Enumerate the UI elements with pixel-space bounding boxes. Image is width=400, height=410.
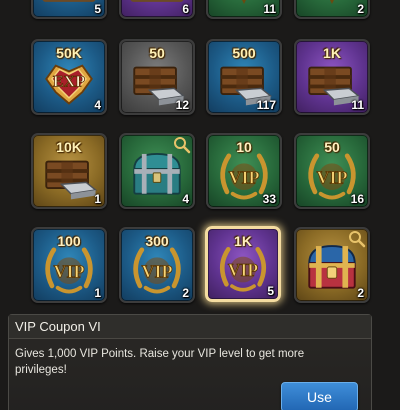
vip-text: VIP [229, 167, 260, 187]
inventory-panel: 5 6 11 2 EXP 50K 4 50 12 500 117 1K 11 1… [0, 0, 400, 410]
item-count: 1 [94, 192, 101, 206]
item-count: 16 [350, 192, 364, 206]
item-amount: 50 [324, 139, 340, 155]
item-amount: 500 [232, 45, 256, 61]
item-slot-treasure-chest[interactable]: 2 [294, 227, 370, 303]
item-slot-medal-green[interactable]: 2 [294, 0, 370, 19]
vip-text: VIP [228, 260, 258, 280]
item-amount: 10K [56, 139, 82, 155]
item-slot-crate-500[interactable]: 500 117 [206, 39, 282, 115]
item-count: 11 [263, 2, 276, 16]
item-count: 12 [175, 98, 189, 112]
item-slot-crate-50[interactable]: 50 12 [119, 39, 195, 115]
item-amount: 50K [56, 45, 82, 61]
item-slot-vip-10[interactable]: VIP 10 33 [206, 133, 282, 209]
item-count: 4 [94, 98, 101, 112]
item-slot-vip-100[interactable]: VIP 100 1 [31, 227, 107, 303]
item-slot-vip-1k-selected[interactable]: VIP 1K 5 [205, 226, 281, 302]
item-amount: 1K [323, 45, 341, 61]
magnifier-icon[interactable] [348, 230, 366, 248]
item-slot-teal-chest[interactable]: 4 [119, 133, 195, 209]
item-count: 4 [182, 192, 189, 206]
item-count: 5 [267, 284, 274, 298]
item-slot-crate-1k[interactable]: 1K 11 [294, 39, 370, 115]
vip-text: VIP [54, 261, 85, 281]
item-count: 11 [351, 98, 364, 112]
item-count: 2 [357, 2, 364, 16]
exp-badge-text: EXP [53, 73, 85, 90]
item-slot-scroll-blue[interactable]: 5 [31, 0, 107, 19]
item-slot-medal-green[interactable]: 11 [206, 0, 282, 19]
item-detail-description: Gives 1,000 VIP Points. Raise your VIP l… [15, 348, 305, 376]
vip-text: VIP [142, 261, 173, 281]
item-detail-title: VIP Coupon VI [9, 315, 371, 339]
item-count: 2 [357, 286, 364, 300]
item-slot-vip-300[interactable]: VIP 300 2 [119, 227, 195, 303]
item-count: 117 [256, 98, 276, 112]
item-amount: 1K [234, 233, 252, 249]
item-slot-vip-50[interactable]: VIP 50 16 [294, 133, 370, 209]
item-slot-scroll-purple[interactable]: 6 [119, 0, 195, 19]
item-amount: 100 [57, 233, 81, 249]
item-slot-crate-10k[interactable]: 10K 1 [31, 133, 107, 209]
item-count: 2 [182, 286, 189, 300]
item-amount: 300 [145, 233, 169, 249]
item-amount: 10 [236, 139, 252, 155]
item-count: 6 [182, 2, 189, 16]
magnifier-icon[interactable] [173, 136, 191, 154]
use-button[interactable]: Use [281, 382, 358, 410]
item-count: 5 [94, 2, 101, 16]
item-count: 33 [262, 192, 276, 206]
item-slot-exp-50k[interactable]: EXP 50K 4 [31, 39, 107, 115]
vip-text: VIP [317, 167, 348, 187]
item-amount: 50 [149, 45, 165, 61]
item-count: 1 [94, 286, 101, 300]
